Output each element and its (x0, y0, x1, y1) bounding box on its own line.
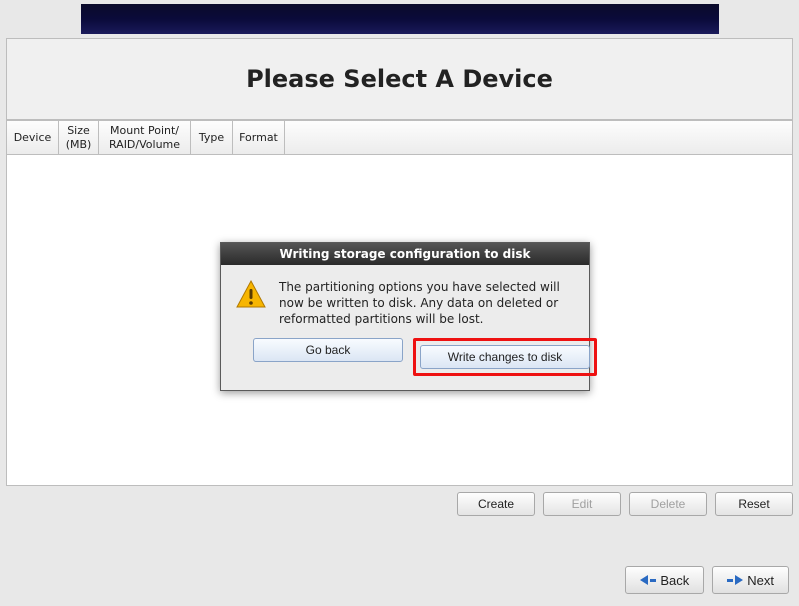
next-label: Next (747, 573, 774, 588)
dialog-body: The partitioning options you have select… (221, 265, 589, 338)
dialog-title: Writing storage configuration to disk (221, 243, 589, 265)
dialog-buttons: Go back Write changes to disk (221, 338, 589, 390)
create-button[interactable]: Create (457, 492, 535, 516)
col-spacer (285, 121, 792, 154)
wizard-nav: Back Next (625, 566, 789, 594)
col-type[interactable]: Type (191, 121, 233, 154)
arrow-right-icon (735, 575, 743, 585)
back-button[interactable]: Back (625, 566, 704, 594)
write-changes-button[interactable]: Write changes to disk (420, 345, 590, 369)
go-back-button[interactable]: Go back (253, 338, 403, 362)
back-label: Back (660, 573, 689, 588)
arrow-left-icon (640, 575, 648, 585)
installer-banner (81, 4, 719, 34)
arrow-stem-icon (727, 579, 733, 582)
edit-button: Edit (543, 492, 621, 516)
highlight-annotation: Write changes to disk (413, 338, 597, 376)
col-format[interactable]: Format (233, 121, 285, 154)
partition-actions: Create Edit Delete Reset (0, 492, 793, 516)
col-mount[interactable]: Mount Point/ RAID/Volume (99, 121, 191, 154)
confirm-write-dialog: Writing storage configuration to disk Th… (220, 242, 590, 391)
page-title: Please Select A Device (7, 39, 792, 119)
col-device[interactable]: Device (7, 121, 59, 154)
reset-button[interactable]: Reset (715, 492, 793, 516)
warning-icon (235, 279, 267, 314)
delete-button: Delete (629, 492, 707, 516)
table-header-row: Device Size (MB) Mount Point/ RAID/Volum… (7, 121, 792, 155)
col-size[interactable]: Size (MB) (59, 121, 99, 154)
arrow-stem-icon (650, 579, 656, 582)
dialog-message: The partitioning options you have select… (279, 279, 575, 328)
next-button[interactable]: Next (712, 566, 789, 594)
title-panel: Please Select A Device (6, 38, 793, 120)
